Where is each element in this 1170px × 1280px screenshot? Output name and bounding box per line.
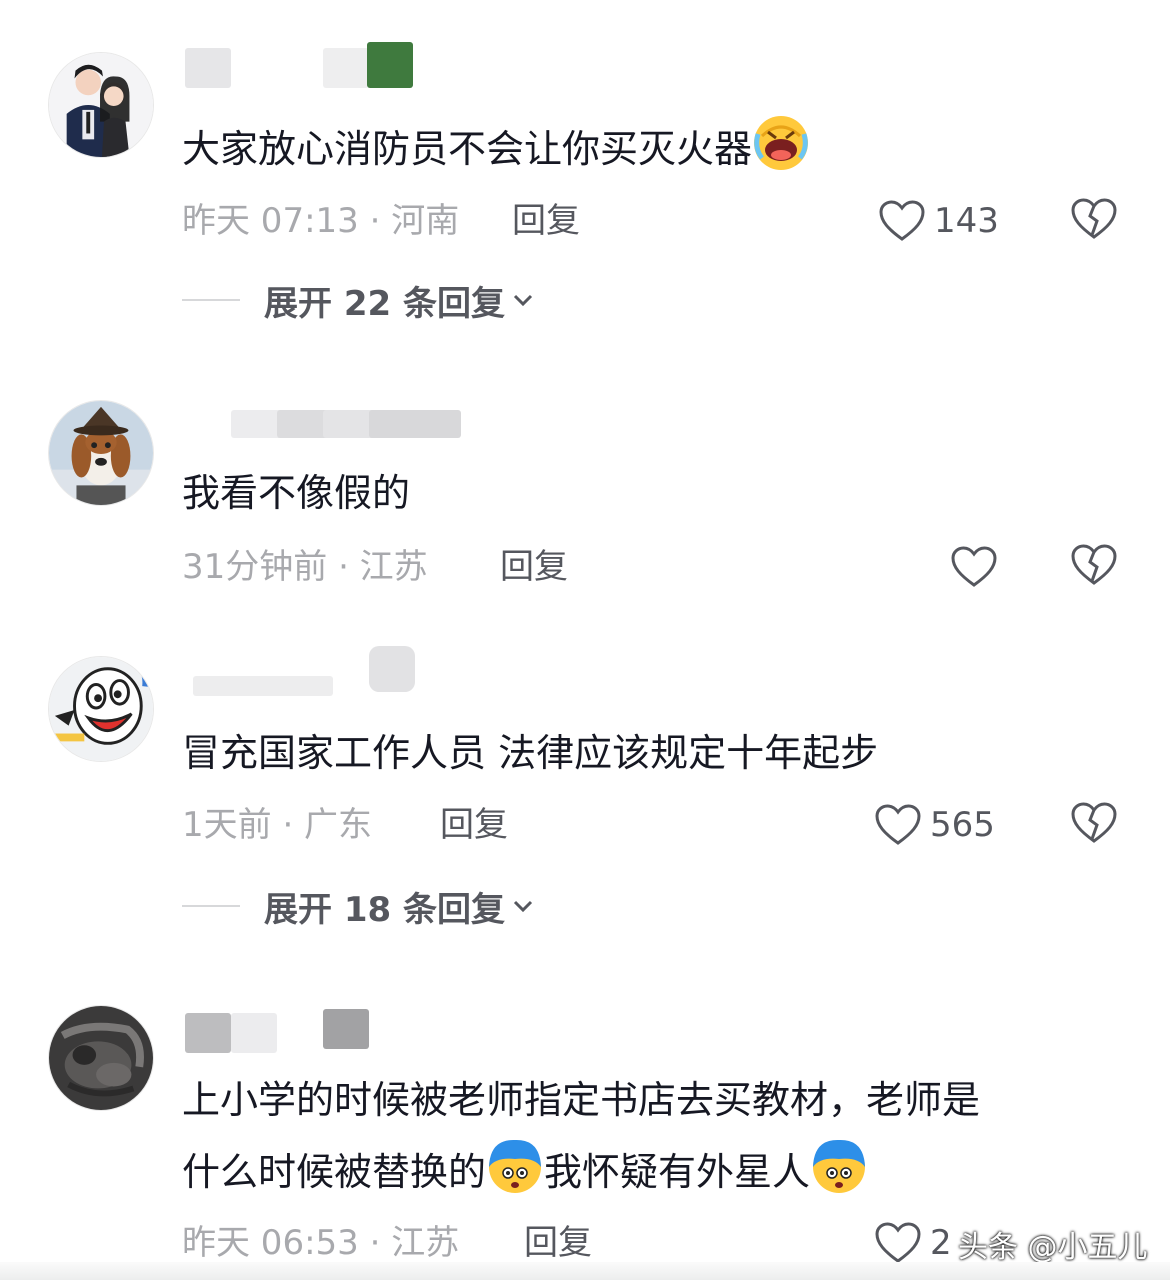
reply-button[interactable]: 回复 — [440, 805, 508, 845]
comment-time-location: 昨天 07:13 · 河南 — [182, 201, 460, 241]
broken-heart-icon — [1071, 544, 1117, 585]
heart-icon — [951, 546, 997, 587]
divider-line — [182, 299, 240, 301]
comment-text: 上小学的时候被老师指定书店去买教材，老师是 — [182, 1078, 981, 1122]
avatar[interactable] — [48, 1005, 154, 1111]
comment-meta-row: 31分钟前 · 江苏 回复 — [182, 543, 1132, 591]
like-button[interactable] — [950, 543, 998, 591]
reply-button[interactable]: 回复 — [500, 547, 568, 587]
heart-icon — [875, 804, 921, 845]
expand-replies-button[interactable]: 展开 18 条回复 — [182, 884, 535, 930]
comment-meta-row: 1天前 · 广东 回复 565 — [182, 801, 1132, 849]
avatar[interactable] — [48, 656, 154, 762]
username-redacted[interactable] — [183, 42, 503, 94]
chevron-down-icon — [513, 294, 533, 307]
username-redacted[interactable] — [183, 646, 503, 698]
like-button[interactable]: 2 — [874, 1219, 952, 1267]
comment-text-line-2: 什么时候被替换的 我怀疑有外星人 — [182, 1137, 868, 1207]
avatar[interactable] — [48, 400, 154, 506]
expand-replies-label: 展开 22 条回复 — [264, 283, 505, 324]
divider-line — [182, 905, 240, 907]
comment-text: 我看不像假的 — [182, 471, 411, 515]
dark-photo-avatar — [49, 1006, 153, 1110]
reply-button[interactable]: 回复 — [512, 201, 580, 241]
like-button[interactable]: 565 — [874, 801, 995, 849]
like-count: 2 — [930, 1223, 952, 1263]
scared-blue-emoji — [813, 1139, 866, 1193]
comment-meta-row: 昨天 07:13 · 河南 回复 143 — [182, 197, 1132, 245]
dog-avatar-photo — [49, 401, 153, 505]
comment-text: 冒充国家工作人员 法律应该规定十年起步 — [182, 731, 879, 775]
chevron-down-icon — [513, 900, 533, 913]
couple-avatar-illustration — [49, 53, 153, 157]
avatar[interactable] — [48, 52, 154, 158]
like-count: 565 — [930, 805, 995, 845]
dislike-button[interactable] — [1070, 801, 1118, 849]
cartoon-avatar — [49, 657, 153, 761]
reply-button[interactable]: 回复 — [524, 1223, 592, 1263]
heart-icon — [879, 200, 925, 241]
bottom-edge — [0, 1262, 1170, 1280]
heart-icon — [875, 1222, 921, 1263]
like-count: 143 — [934, 201, 999, 241]
comment-time-location: 昨天 06:53 · 江苏 — [182, 1223, 460, 1263]
dislike-button[interactable] — [1070, 543, 1118, 591]
comment-time-location: 1天前 · 广东 — [182, 805, 373, 845]
expand-replies-button[interactable]: 展开 22 条回复 — [182, 278, 535, 324]
dislike-button[interactable] — [1070, 197, 1118, 245]
watermark: 头条 @小五儿 — [958, 1230, 1148, 1265]
username-redacted[interactable] — [183, 396, 503, 442]
broken-heart-icon — [1071, 802, 1117, 843]
comment-time-location: 31分钟前 · 江苏 — [182, 547, 428, 587]
username-redacted[interactable] — [183, 1001, 503, 1053]
comment-text: 大家放心消防员不会让你买灭火器 — [182, 114, 810, 184]
scared-blue-emoji — [489, 1139, 542, 1193]
expand-replies-label: 展开 18 条回复 — [264, 889, 505, 930]
broken-heart-icon — [1071, 198, 1117, 239]
like-button[interactable]: 143 — [878, 197, 999, 245]
rolling-laughing-emoji — [754, 116, 809, 170]
